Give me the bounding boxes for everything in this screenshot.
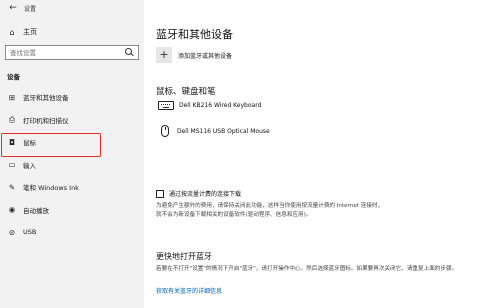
home-icon: ⌂	[9, 27, 15, 37]
search-input[interactable]	[6, 46, 123, 59]
metered-download-option[interactable]: 通过按流量计费的连接下载	[156, 189, 241, 198]
sidebar-nav: ⊞ 蓝牙和其他设备 ⎙ 打印机和扫描仪 ◘ 鼠标 ▭ 输入 ✎ 笔和 Windo…	[0, 86, 144, 244]
sidebar-item-usb[interactable]: ⊘ USB	[0, 221, 144, 244]
home-label: 主页	[23, 28, 37, 36]
sidebar-item-label: 鼠标	[23, 139, 36, 148]
page-title: 蓝牙和其他设备	[156, 28, 233, 41]
sidebar-item-label: 蓝牙和其他设备	[23, 94, 69, 103]
sidebar-item-bluetooth[interactable]: ⊞ 蓝牙和其他设备	[0, 86, 144, 109]
title-bar: ← 设置	[0, 0, 144, 16]
metered-download-checkbox[interactable]	[156, 189, 164, 198]
mouse-icon	[161, 125, 169, 137]
metered-download-description: 为避免产生额外的费用，请保持关闭此功能，这样当你使用按流量计费的 Interne…	[156, 203, 384, 218]
sidebar-item-pen[interactable]: ✎ 笔和 Windows Ink	[0, 176, 144, 199]
bluetooth-info-link[interactable]: 获取有关蓝牙的详细信息	[156, 286, 222, 295]
search-icon[interactable]	[123, 46, 135, 59]
group-title: 鼠标、键盘和笔	[156, 87, 216, 97]
device-item-mouse[interactable]: Dell MS116 USB Optical Mouse	[158, 125, 270, 137]
keyboard-icon	[158, 101, 174, 110]
sidebar-item-label: 笔和 Windows Ink	[23, 184, 79, 193]
sidebar-item-label: 自动播放	[23, 206, 49, 215]
search-box[interactable]	[5, 45, 139, 60]
pen-icon: ✎	[8, 182, 16, 192]
device-item-keyboard[interactable]: Dell KB216 Wired Keyboard	[158, 101, 261, 110]
quick-bluetooth-title: 更快地打开蓝牙	[156, 252, 212, 261]
window-title: 设置	[24, 5, 37, 13]
sidebar-item-label: 输入	[23, 161, 36, 170]
keyboard-input-icon: ▭	[8, 160, 16, 170]
main-content: 蓝牙和其他设备 + 添加蓝牙或其他设备 鼠标、键盘和笔 Dell KB216 W…	[144, 0, 500, 308]
sidebar-item-autoplay[interactable]: ◉ 自动播放	[0, 199, 144, 222]
sidebar: ← 设置 ⌂ 主页 设备 ⊞ 蓝牙和其他设备 ⎙ 打印机和扫描仪 ◘ 鼠标 ▭ …	[0, 0, 144, 308]
mouse-icon: ◘	[9, 137, 15, 147]
sidebar-item-mouse[interactable]: ◘ 鼠标	[0, 131, 144, 157]
sidebar-item-label: USB	[23, 228, 37, 237]
usb-icon: ⊘	[8, 227, 16, 237]
metered-download-label: 通过按流量计费的连接下载	[169, 191, 242, 198]
autoplay-icon: ◉	[8, 205, 16, 215]
device-name: Dell MS116 USB Optical Mouse	[177, 127, 270, 135]
sidebar-item-typing[interactable]: ▭ 输入	[0, 154, 144, 177]
printer-icon: ⎙	[9, 114, 15, 124]
device-name: Dell KB216 Wired Keyboard	[179, 102, 262, 109]
add-device-button[interactable]: + 添加蓝牙或其他设备	[156, 47, 232, 63]
section-label-devices: 设备	[7, 73, 20, 81]
quick-bluetooth-description: 若要在不打开"设置"的情况下开启"蓝牙"，请打开操作中心，然后选择蓝牙图标。如果…	[156, 266, 458, 272]
back-arrow-icon[interactable]: ←	[6, 1, 20, 15]
nav-home[interactable]: ⌂ 主页	[0, 24, 144, 40]
sidebar-item-printers[interactable]: ⎙ 打印机和扫描仪	[0, 109, 144, 132]
plus-icon: +	[156, 47, 172, 63]
bluetooth-devices-icon: ⊞	[8, 92, 16, 102]
sidebar-item-label: 打印机和扫描仪	[23, 116, 69, 125]
add-device-label: 添加蓝牙或其他设备	[178, 52, 233, 60]
